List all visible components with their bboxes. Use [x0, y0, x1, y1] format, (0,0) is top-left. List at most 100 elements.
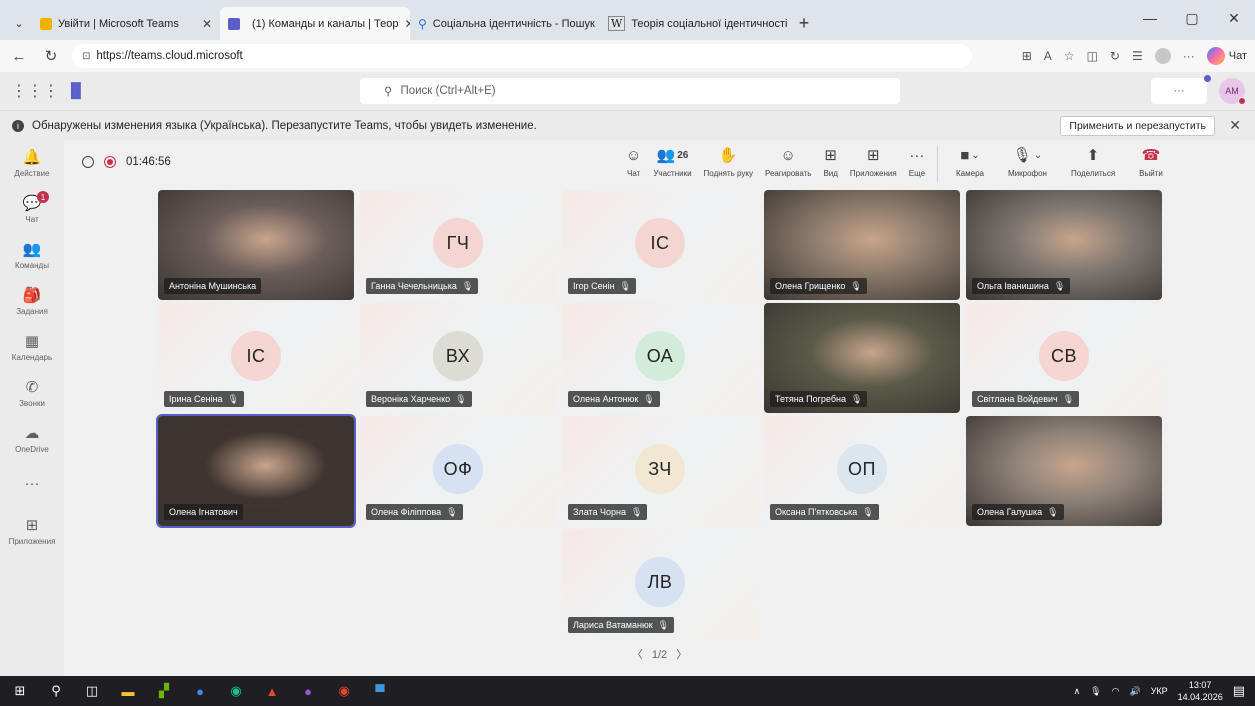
clock-time: 13:07	[1188, 680, 1212, 690]
back-arrow-icon[interactable]: ←	[8, 48, 30, 65]
share-icon-glyph: ⬆	[1086, 147, 1100, 164]
new-tab-plus-icon[interactable]: +	[790, 7, 818, 40]
participant-tile[interactable]: Ольга Іванишина 🎙	[966, 190, 1162, 300]
avatar[interactable]: AM	[1219, 78, 1246, 105]
rail-item-звонки[interactable]: ✆ Звонки	[0, 370, 64, 416]
participant-tile[interactable]: ІС Ірина Сеніна 🎙	[158, 303, 354, 413]
browser-tab-teams-meeting[interactable]: (1) Команды и каналы | Теор ✕	[220, 7, 410, 40]
keyboard-language[interactable]: УКР	[1151, 686, 1168, 696]
more-options-button[interactable]: ···	[1151, 75, 1211, 104]
participant-name: Ірина Сеніна	[169, 394, 223, 404]
toolbar-people-button[interactable]: 👥 26 Участники	[647, 146, 697, 178]
apply-restart-button[interactable]: Применить и перезапустить	[1060, 116, 1215, 136]
prev-page-icon[interactable]: 〈	[632, 649, 643, 661]
rail-item-календарь[interactable]: ▦ Календарь	[0, 324, 64, 370]
participant-tile[interactable]: Антоніна Мушинська	[158, 190, 354, 300]
participant-tile[interactable]: ІС Ігор Сенін 🎙	[562, 190, 758, 300]
recording-icon	[104, 156, 116, 168]
chevron-down-icon[interactable]: ⌄	[971, 146, 979, 166]
browser-tab-teams-login[interactable]: Увійти | Microsoft Teams ✕	[32, 7, 220, 40]
participant-tile[interactable]: ВХ Вероніка Харченко 🎙	[360, 303, 556, 413]
toolbar-view-button[interactable]: ⊞ Вид	[817, 146, 843, 178]
participant-tile[interactable]: ГЧ Ганна Чечельницька 🎙	[360, 190, 556, 300]
participant-tile[interactable]: Олена Ігнатович	[156, 414, 356, 528]
participant-tile[interactable]: ЗЧ Злата Чорна 🎙	[562, 416, 758, 526]
favorites-icon[interactable]: ☰	[1132, 49, 1143, 63]
search-input[interactable]: ⚲ Поиск (Ctrl+Alt+E)	[360, 78, 900, 104]
share-button[interactable]: ⬆ Поделиться	[1059, 146, 1127, 178]
url-field[interactable]: ⊡ https://teams.cloud.microsoft	[72, 44, 972, 68]
chrome-icon[interactable]: ●	[192, 683, 208, 699]
app-available-icon[interactable]: ⊞	[1022, 49, 1032, 63]
next-page-icon[interactable]: 〉	[676, 649, 687, 661]
close-banner-icon[interactable]: ✕	[1229, 117, 1241, 134]
participant-tile[interactable]: СВ Світлана Войдевич 🎙	[966, 303, 1162, 413]
camera-button[interactable]: ■ ⌄ Камера	[944, 146, 996, 178]
meeting-stage: 01:46:56 ☺ Чат 👥 26 Участники ✋ Поднять руку ☺ Р…	[64, 140, 1255, 676]
windows-start-icon[interactable]: ⊞	[12, 683, 28, 699]
clock[interactable]: 13:07 14.04.2026	[1178, 679, 1223, 703]
minimize-icon[interactable]: —	[1129, 4, 1171, 32]
chevron-down-icon[interactable]: ⌄	[1034, 146, 1042, 166]
rail-item-onedrive[interactable]: ☁ OneDrive	[0, 416, 64, 462]
rail-item-чат[interactable]: 💬 Чат 1	[0, 186, 64, 232]
participant-initials: ІС	[635, 218, 685, 268]
toolbar-label: Выйти	[1139, 169, 1163, 178]
toolbar-more-button[interactable]: ··· Еще	[903, 146, 931, 178]
mic-tray-icon[interactable]: 🎙	[1090, 686, 1101, 697]
rail-item-команды[interactable]: 👥 Команды	[0, 232, 64, 278]
profile-icon[interactable]	[1154, 48, 1171, 64]
meeting-shield-icon	[82, 156, 94, 168]
tray-chevron-icon[interactable]: ∧	[1074, 686, 1081, 697]
close-tab-icon[interactable]: ✕	[202, 17, 212, 31]
toolbar-react-button[interactable]: ☺ Реагировать	[759, 146, 817, 178]
rail-item-задания[interactable]: 🎒 Задания	[0, 278, 64, 324]
network-app-icon[interactable]: ▞	[156, 683, 172, 699]
participant-tile[interactable]: Олена Грищенко 🎙	[764, 190, 960, 300]
notification-dot	[1204, 75, 1211, 82]
participant-tile[interactable]: Олена Галушка 🎙	[966, 416, 1162, 526]
toolbar-chat-button[interactable]: ☺ Чат	[620, 146, 647, 178]
participant-tile[interactable]: ЛВ Лариса Ватаманюк 🎙	[562, 529, 758, 639]
refresh-extension-icon[interactable]: ↻	[1110, 49, 1120, 63]
window-app-icon[interactable]: ▀	[372, 683, 388, 699]
chrome-alt-icon[interactable]: ◉	[336, 683, 352, 699]
read-aloud-icon[interactable]: A	[1044, 49, 1052, 63]
site-info-icon[interactable]: ⊡	[82, 51, 90, 62]
maximize-icon[interactable]: ▢	[1171, 4, 1213, 32]
toolbar-raise-hand-button[interactable]: ✋ Поднять руку	[698, 146, 759, 178]
participant-tile[interactable]: ОА Олена Антонюк 🎙	[562, 303, 758, 413]
refresh-icon[interactable]: ↻	[40, 47, 62, 65]
toolbar-apps-button[interactable]: ⊞ Приложения	[844, 146, 903, 178]
participant-tile[interactable]: Тетяна Погребна 🎙	[764, 303, 960, 413]
presence-status-icon	[1238, 97, 1246, 105]
leave-button[interactable]: ☎ Выйти	[1127, 146, 1175, 178]
file-explorer-icon[interactable]: ▬	[120, 683, 136, 699]
close-window-icon[interactable]: ✕	[1213, 4, 1255, 32]
wifi-icon[interactable]: ◠	[1112, 686, 1120, 697]
participant-tile[interactable]: ОФ Олена Філіппова 🎙	[360, 416, 556, 526]
favorite-star-icon[interactable]: ☆	[1064, 49, 1075, 63]
tab-actions-chevron-icon[interactable]: ⌄	[6, 7, 32, 40]
edge-icon[interactable]: ◉	[228, 683, 244, 699]
rail-item-действие[interactable]: 🔔 Действие	[0, 140, 64, 186]
browser-tab-wikipedia[interactable]: W Теорія соціальної ідентичності — ✕	[600, 7, 790, 40]
toolbar-label: Участники	[653, 169, 692, 178]
participant-tile[interactable]: ОП Оксана П'ятковська 🎙	[764, 416, 960, 526]
rail-item-приложения[interactable]: ⊞ Приложения	[0, 508, 64, 554]
notifications-icon[interactable]: ▤	[1233, 683, 1245, 699]
task-view-icon[interactable]: ◫	[84, 683, 100, 699]
muted-mic-icon: 🎙	[850, 393, 863, 404]
browser-menu-icon[interactable]: ···	[1183, 49, 1195, 63]
copilot-chat-button[interactable]: Чат	[1206, 47, 1247, 65]
volume-icon[interactable]: 🔊	[1129, 686, 1140, 697]
drop-app-icon[interactable]: ▲	[264, 683, 280, 699]
mic-button[interactable]: 🎙 ⌄ Микрофон	[996, 146, 1059, 178]
viber-icon[interactable]: ●	[300, 683, 316, 699]
browser-tab-search[interactable]: ⚲ Соціальна ідентичність - Пошук ✕	[410, 7, 600, 40]
split-screen-icon[interactable]: ◫	[1087, 49, 1098, 63]
search-icon[interactable]: ⚲	[48, 683, 64, 699]
rail-item-more[interactable]: ···	[0, 462, 64, 508]
rail-item-label: Задания	[16, 306, 48, 316]
app-launcher-icon[interactable]: ⋮⋮⋮	[0, 81, 70, 101]
